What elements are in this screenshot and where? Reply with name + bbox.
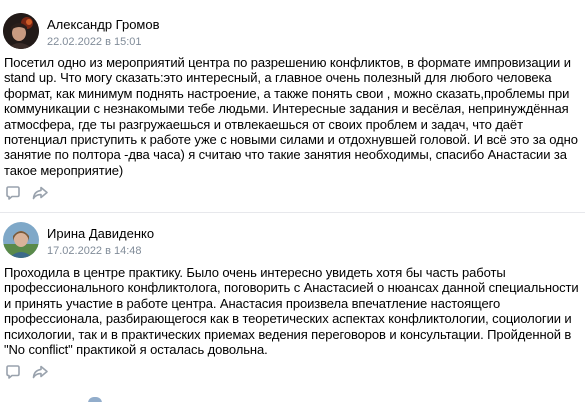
- avatar[interactable]: [3, 222, 39, 258]
- review-text: Посетил одно из мероприятий центра по ра…: [4, 55, 578, 178]
- share-icon[interactable]: [31, 184, 49, 202]
- reviews-feed: Александр Громов 22.02.2022 в 15:01 Посе…: [0, 0, 585, 402]
- author-name[interactable]: Ирина Давиденко: [47, 226, 154, 241]
- avatar[interactable]: [3, 13, 39, 49]
- next-avatar-edge: [88, 397, 102, 402]
- reply-icon[interactable]: [4, 363, 22, 381]
- avatar-image: [3, 13, 39, 49]
- reply-icon[interactable]: [4, 184, 22, 202]
- next-post-peek: [0, 396, 585, 402]
- review-text: Проходила в центре практику. Было очень …: [4, 265, 579, 358]
- share-icon[interactable]: [31, 363, 49, 381]
- post-date[interactable]: 17.02.2022 в 14:48: [47, 245, 142, 257]
- post-date[interactable]: 22.02.2022 в 15:01: [47, 36, 142, 48]
- avatar-image: [3, 222, 39, 258]
- author-name[interactable]: Александр Громов: [47, 17, 160, 32]
- review-post: Ирина Давиденко 17.02.2022 в 14:48 Прохо…: [0, 213, 585, 398]
- review-post: Александр Громов 22.02.2022 в 15:01 Посе…: [0, 0, 585, 213]
